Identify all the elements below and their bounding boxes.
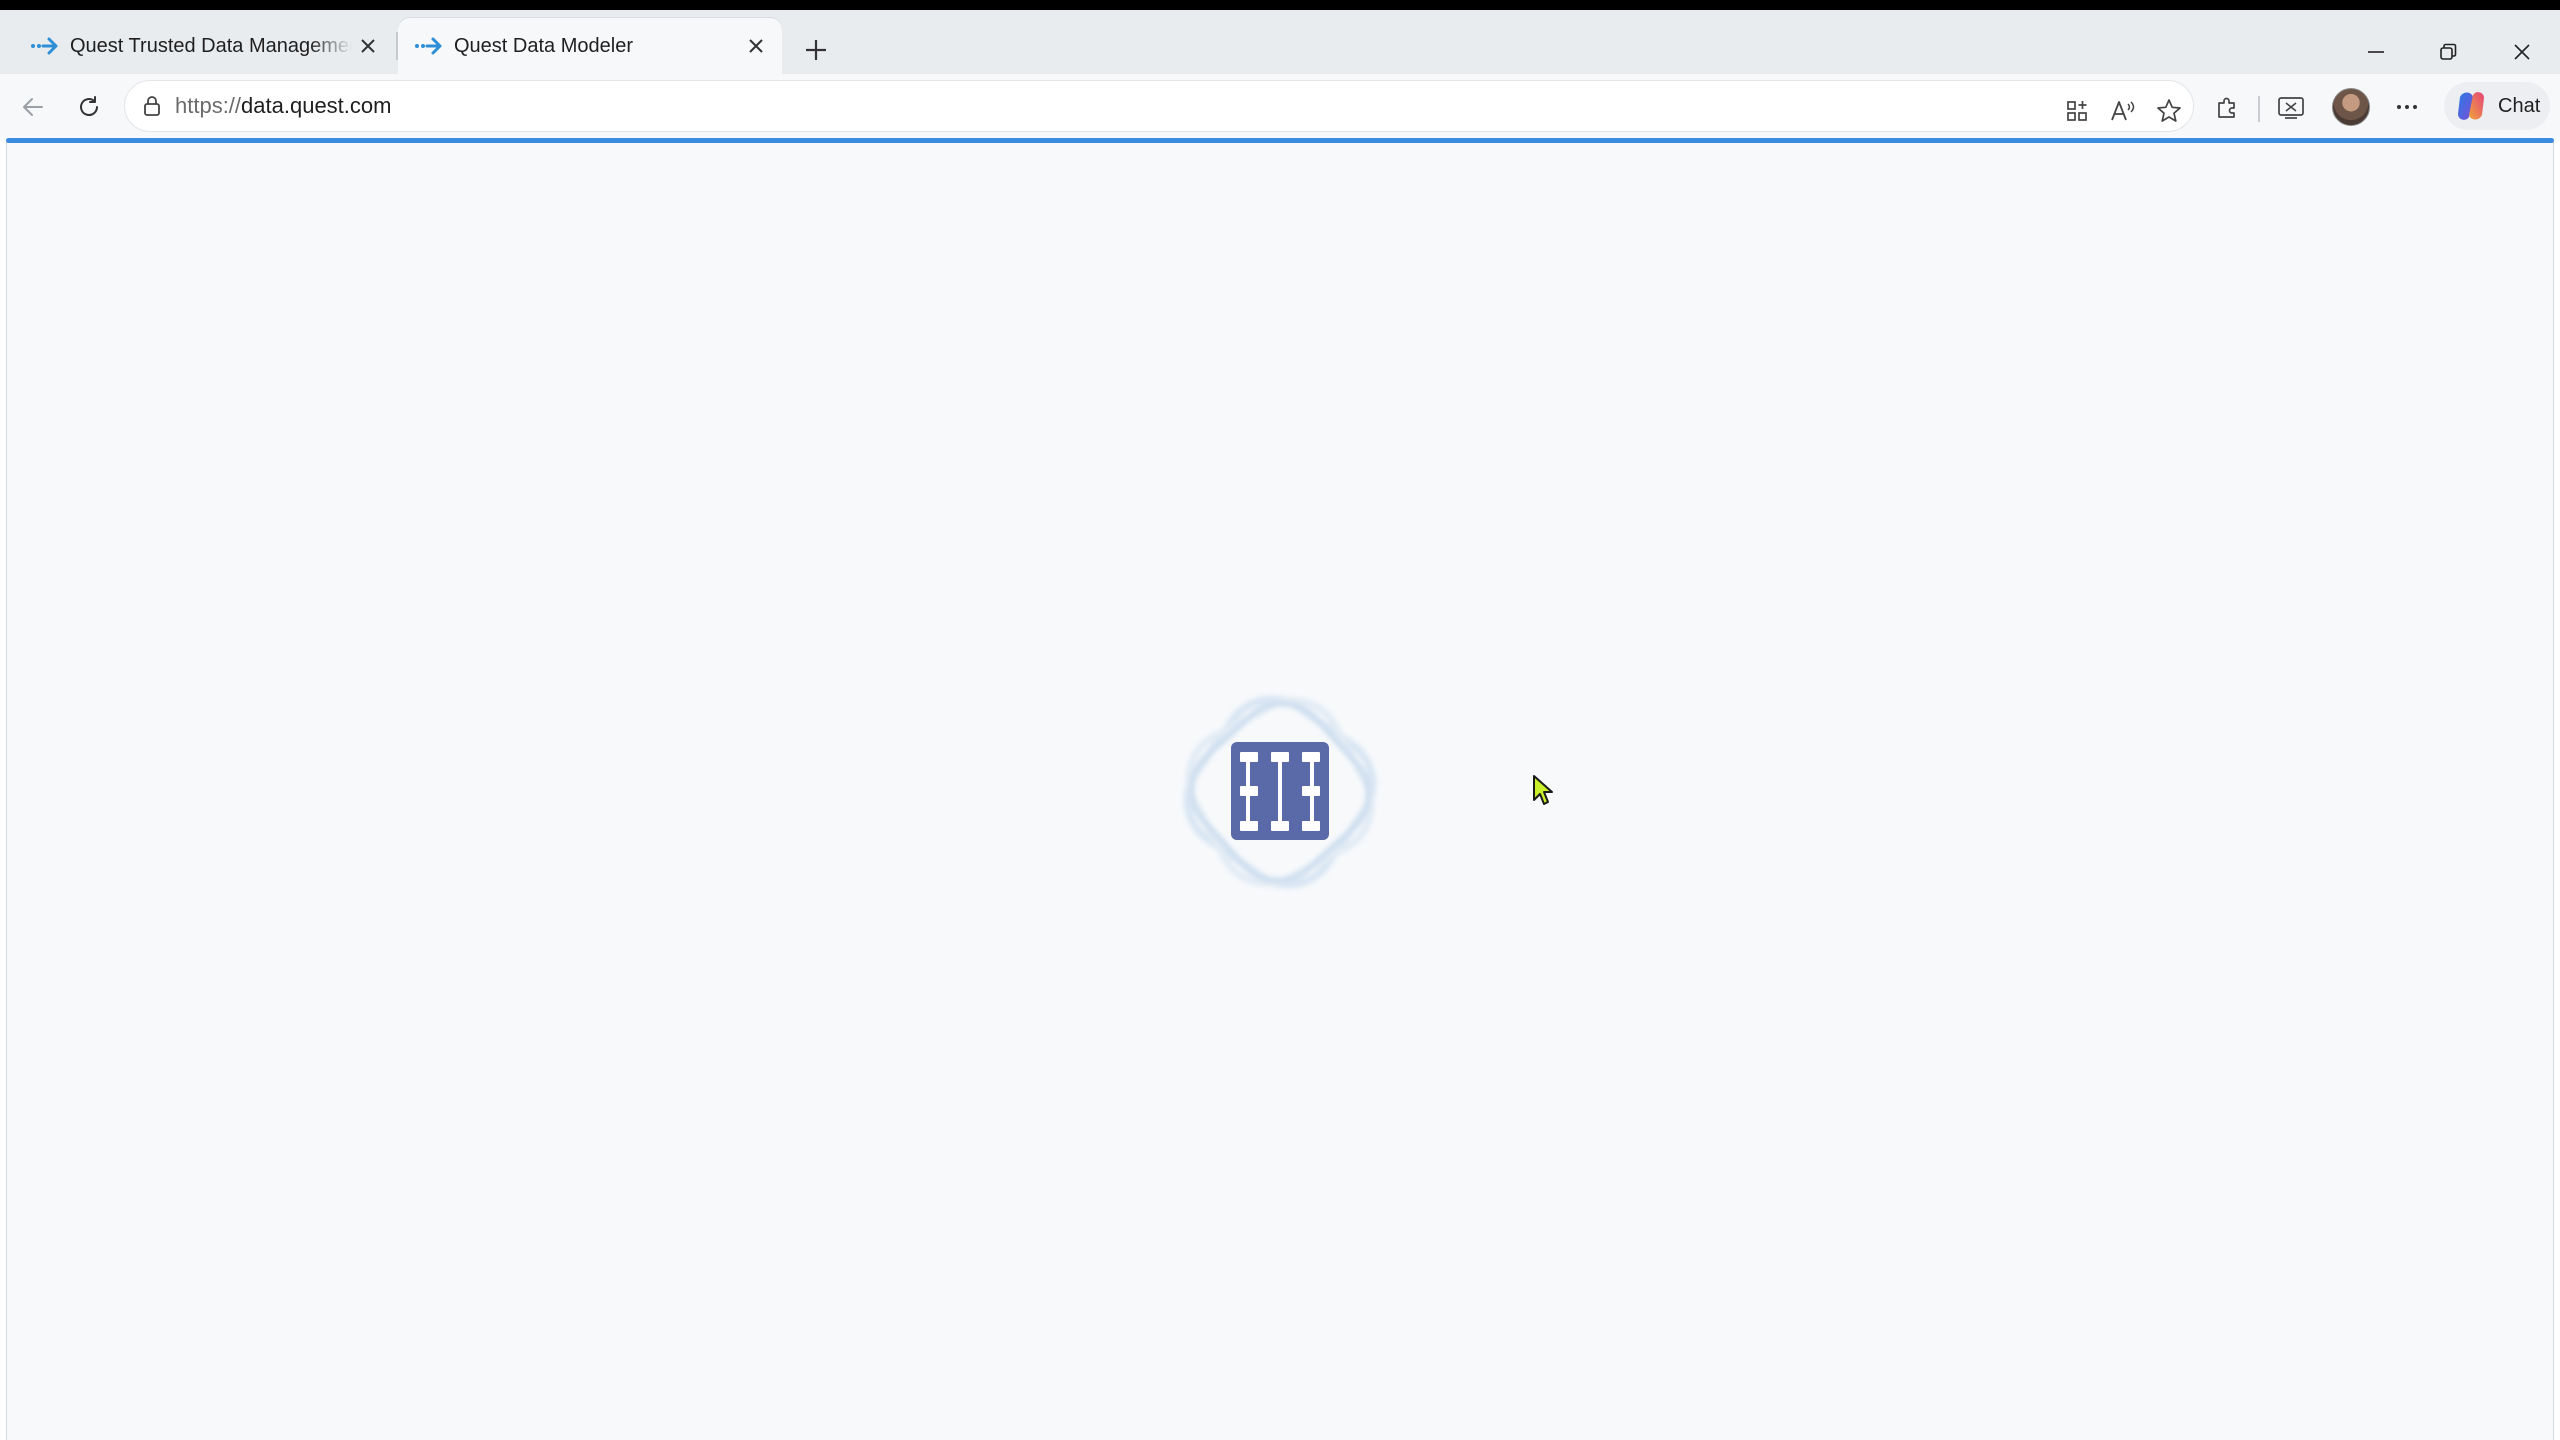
lock-icon[interactable] (139, 93, 165, 119)
more-options-button[interactable] (2384, 84, 2430, 130)
tab-quest-data-modeler[interactable]: Quest Data Modeler (398, 18, 782, 74)
data-model-grid-icon (1183, 695, 1377, 889)
tab-strip: Quest Trusted Data Management P Quest Da… (0, 10, 2560, 74)
window-top-edge (0, 0, 2560, 10)
minimize-button[interactable] (2352, 28, 2400, 76)
favorite-star-icon[interactable] (2149, 91, 2189, 131)
close-window-button[interactable] (2498, 28, 2546, 76)
browser-toolbar: https://data.quest.com Chat (0, 74, 2560, 140)
address-bar[interactable]: https://data.quest.com (124, 80, 2194, 132)
refresh-button[interactable] (66, 84, 112, 130)
arrow-left-icon (23, 98, 43, 116)
back-button[interactable] (10, 84, 56, 130)
screenshot-button[interactable] (2268, 84, 2314, 130)
close-icon (2514, 44, 2530, 60)
tab-title: Quest Trusted Data Management P (70, 34, 352, 57)
restore-icon (2440, 43, 2457, 60)
close-icon[interactable] (352, 30, 384, 62)
tab-title: Quest Data Modeler (454, 34, 633, 57)
read-aloud-icon[interactable] (2103, 91, 2143, 131)
restore-button[interactable] (2424, 28, 2472, 76)
plus-icon (806, 40, 826, 60)
url-host: data.quest.com (241, 93, 392, 118)
loading-spinner (1138, 650, 1422, 934)
app-available-icon[interactable] (2057, 91, 2097, 131)
url-scheme: https:// (175, 93, 242, 118)
chat-label: Chat (2498, 94, 2541, 117)
new-tab-button[interactable] (796, 30, 836, 70)
screenshot-icon (2278, 97, 2304, 119)
close-icon[interactable] (740, 30, 772, 62)
address-url[interactable]: https://data.quest.com (175, 93, 391, 119)
page-load-progress (6, 138, 2554, 143)
quest-arrow-icon (30, 35, 60, 57)
puzzle-icon (2218, 97, 2235, 118)
minimize-icon (2368, 51, 2384, 53)
copilot-icon (2458, 92, 2484, 120)
copilot-chat-button[interactable]: Chat (2444, 82, 2550, 130)
toolbar-divider (2258, 96, 2260, 122)
mouse-cursor-icon (1533, 775, 1553, 805)
refresh-icon (80, 96, 98, 116)
extensions-button[interactable] (2204, 84, 2250, 130)
quest-arrow-icon (414, 35, 444, 57)
tab-quest-trusted-data-management[interactable]: Quest Trusted Data Management P (14, 18, 394, 74)
profile-avatar[interactable] (2332, 88, 2370, 126)
ellipsis-icon (2397, 105, 2417, 109)
